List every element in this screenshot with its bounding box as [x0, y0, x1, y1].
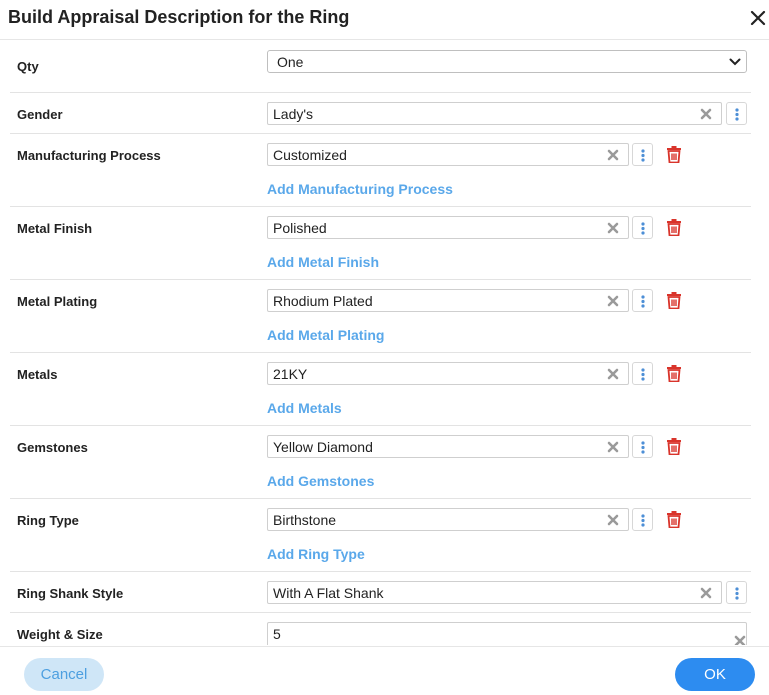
- kebab-menu-icon: [641, 441, 645, 454]
- metal-plating-value: Rhodium Plated: [273, 293, 373, 309]
- clear-x-icon[interactable]: [607, 368, 619, 380]
- dialog-title: Build Appraisal Description for the Ring: [8, 7, 350, 27]
- metal-finish-value: Polished: [273, 220, 327, 236]
- metals-value: 21KY: [273, 366, 308, 382]
- kebab-menu-icon: [641, 368, 645, 381]
- ring-shank-style-label: Ring Shank Style: [17, 586, 124, 601]
- kebab-menu-icon: [735, 587, 739, 600]
- ring-shank-style-value: With A Flat Shank: [273, 585, 384, 601]
- qty-select[interactable]: One: [267, 50, 747, 73]
- metal-plating-field[interactable]: Rhodium Plated: [267, 289, 629, 312]
- weight-size-field[interactable]: 5: [267, 622, 747, 645]
- row-qty: Qty One: [10, 41, 751, 93]
- row-ring-shank-style: Ring Shank Style With A Flat Shank: [10, 572, 751, 613]
- cancel-button[interactable]: Cancel: [24, 658, 104, 691]
- qty-select-value: One: [277, 54, 304, 70]
- dialog-body: Qty One Gender Lady's Manufacturing Proc…: [0, 41, 769, 645]
- trash-icon[interactable]: [666, 146, 682, 163]
- clear-x-icon[interactable]: [700, 108, 712, 120]
- kebab-menu-icon: [641, 222, 645, 235]
- clear-x-icon[interactable]: [607, 514, 619, 526]
- metal-plating-label: Metal Plating: [17, 294, 98, 309]
- metals-field[interactable]: 21KY: [267, 362, 629, 385]
- metals-label: Metals: [17, 367, 58, 382]
- row-weight-size: Weight & Size 5: [10, 613, 751, 645]
- ring-shank-style-more-button[interactable]: [726, 581, 747, 604]
- row-metal-plating: Metal Plating Rhodium Plated Add Metal P…: [10, 280, 751, 353]
- qty-label: Qty: [17, 59, 39, 74]
- ring-type-value: Birthstone: [273, 512, 337, 528]
- clear-x-icon[interactable]: [700, 587, 712, 599]
- ring-type-field[interactable]: Birthstone: [267, 508, 629, 531]
- manufacturing-process-field[interactable]: Customized: [267, 143, 629, 166]
- kebab-menu-icon: [641, 295, 645, 308]
- ring-shank-style-field[interactable]: With A Flat Shank: [267, 581, 722, 604]
- add-metal-finish-link[interactable]: Add Metal Finish: [267, 254, 379, 270]
- gemstones-more-button[interactable]: [632, 435, 653, 458]
- row-ring-type: Ring Type Birthstone Add Ring Type: [10, 499, 751, 572]
- kebab-menu-icon: [735, 108, 739, 121]
- row-metal-finish: Metal Finish Polished Add Metal Finish: [10, 207, 751, 280]
- row-gemstones: Gemstones Yellow Diamond Add Gemstones: [10, 426, 751, 499]
- kebab-menu-icon: [641, 149, 645, 162]
- add-metal-plating-link[interactable]: Add Metal Plating: [267, 327, 384, 343]
- ok-button[interactable]: OK: [675, 658, 755, 691]
- weight-size-value: 5: [273, 626, 281, 642]
- metal-finish-label: Metal Finish: [17, 221, 93, 236]
- close-icon[interactable]: [748, 8, 768, 28]
- trash-icon[interactable]: [666, 438, 682, 455]
- clear-x-icon[interactable]: [607, 295, 619, 307]
- trash-icon[interactable]: [666, 511, 682, 528]
- trash-icon[interactable]: [666, 365, 682, 382]
- weight-size-label: Weight & Size: [17, 627, 103, 642]
- metal-plating-more-button[interactable]: [632, 289, 653, 312]
- add-manufacturing-process-link[interactable]: Add Manufacturing Process: [267, 181, 453, 197]
- metals-more-button[interactable]: [632, 362, 653, 385]
- dialog-header: Build Appraisal Description for the Ring: [0, 0, 769, 40]
- ring-type-label: Ring Type: [17, 513, 79, 528]
- ring-type-more-button[interactable]: [632, 508, 653, 531]
- manufacturing-process-label: Manufacturing Process: [17, 148, 161, 163]
- gemstones-value: Yellow Diamond: [273, 439, 373, 455]
- gemstones-label: Gemstones: [17, 440, 88, 455]
- add-ring-type-link[interactable]: Add Ring Type: [267, 546, 365, 562]
- trash-icon[interactable]: [666, 219, 682, 236]
- row-manufacturing-process: Manufacturing Process Customized Add Man…: [10, 134, 751, 207]
- metal-finish-more-button[interactable]: [632, 216, 653, 239]
- dialog-footer: Cancel OK: [0, 646, 769, 695]
- manufacturing-process-more-button[interactable]: [632, 143, 653, 166]
- clear-x-icon[interactable]: [607, 149, 619, 161]
- clear-x-icon[interactable]: [607, 222, 619, 234]
- gemstones-field[interactable]: Yellow Diamond: [267, 435, 629, 458]
- chevron-down-icon: [729, 58, 741, 66]
- clear-x-icon[interactable]: [734, 635, 746, 645]
- gender-more-button[interactable]: [726, 102, 747, 125]
- row-gender: Gender Lady's: [10, 93, 751, 134]
- row-metals: Metals 21KY Add Metals: [10, 353, 751, 426]
- gender-label: Gender: [17, 107, 63, 122]
- gender-field[interactable]: Lady's: [267, 102, 722, 125]
- clear-x-icon[interactable]: [607, 441, 619, 453]
- add-gemstones-link[interactable]: Add Gemstones: [267, 473, 374, 489]
- gender-value: Lady's: [273, 106, 314, 122]
- trash-icon[interactable]: [666, 292, 682, 309]
- add-metals-link[interactable]: Add Metals: [267, 400, 342, 416]
- kebab-menu-icon: [641, 514, 645, 527]
- manufacturing-process-value: Customized: [273, 147, 347, 163]
- metal-finish-field[interactable]: Polished: [267, 216, 629, 239]
